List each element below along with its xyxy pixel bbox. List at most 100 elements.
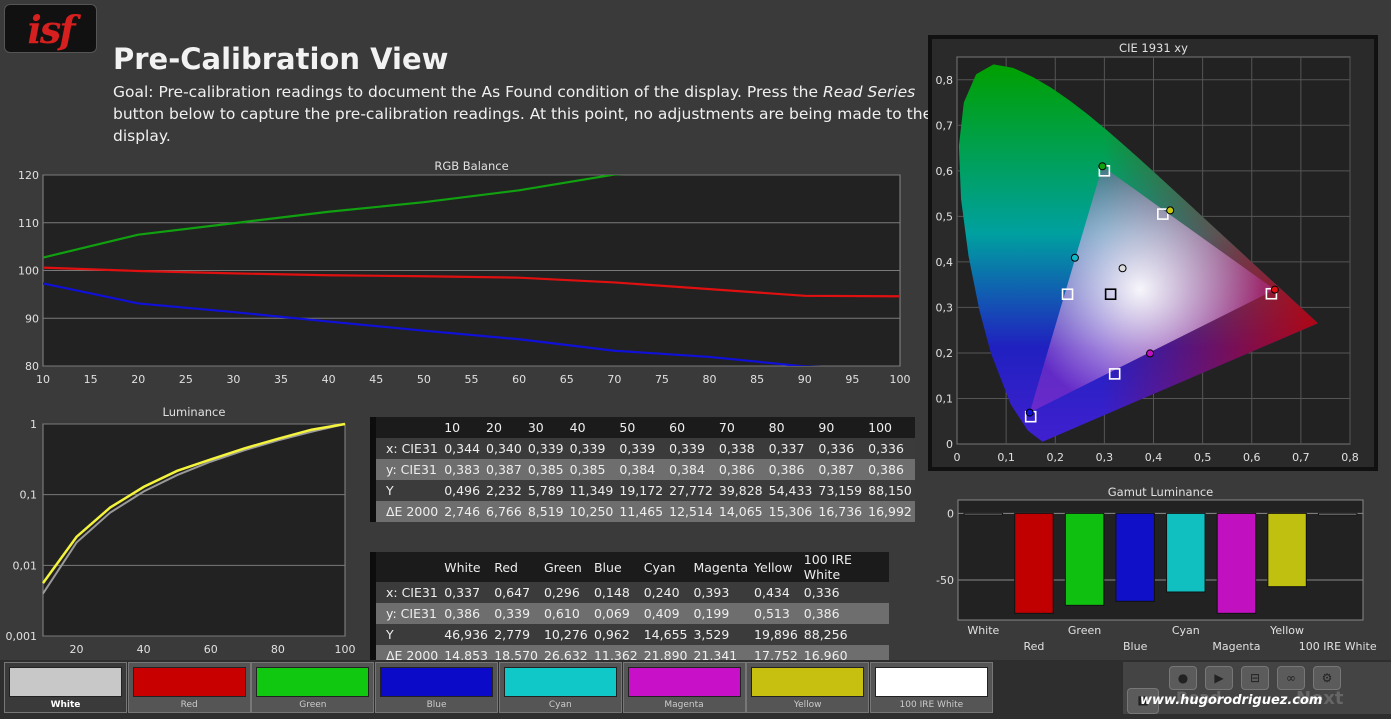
table-cell: 0,387	[483, 459, 525, 480]
rgb-balance-chart: RGB Balance 80 90 100 110 120 10 15 20 25 30 35 40 45…	[18, 159, 911, 386]
series-button[interactable]: ⊟	[1241, 666, 1269, 690]
tick-label: 0,01	[13, 559, 38, 572]
tick-label: 0,1	[997, 451, 1015, 464]
column-header: 40	[566, 417, 617, 438]
table-row: Y 0,496 2,232 5,789 11,349 19,172 27,772 39,828…	[370, 480, 915, 501]
table-cell: 19,896	[751, 624, 801, 645]
table-cell: 0,339	[491, 603, 541, 624]
tick-label: 75	[655, 373, 669, 386]
table-cell: 0,339	[666, 438, 716, 459]
table-cell: 2,779	[491, 624, 541, 645]
luminance-chart: Luminance 0,001 0,01 0,1 1 20 40 60 80 100	[6, 405, 356, 656]
play-button[interactable]: ▶	[1205, 666, 1233, 690]
swatch-label: Yellow	[793, 700, 822, 710]
table-cell: 0,610	[540, 603, 591, 624]
swatch-color	[503, 667, 617, 697]
row-label: Y	[376, 480, 442, 501]
swatch-color	[9, 667, 122, 697]
column-header: 10	[441, 417, 484, 438]
swatch-100-ire-white[interactable]: 100 IRE White	[869, 662, 993, 713]
measured-point	[1098, 162, 1107, 171]
tick-label: 0	[946, 438, 953, 451]
column-header: 100 IRE White	[800, 552, 889, 582]
swatch-white[interactable]: White	[4, 662, 127, 713]
settings-button[interactable]: ⚙	[1313, 666, 1341, 690]
column-header: Yellow	[751, 552, 801, 582]
swatch-yellow[interactable]: Yellow	[746, 662, 870, 713]
tick-label: 110	[18, 217, 39, 230]
chart-title: RGB Balance	[434, 159, 508, 173]
swatch-label: Red	[180, 700, 198, 710]
stop-series-button[interactable]: ●	[1169, 666, 1197, 690]
loop-button[interactable]: ∞	[1277, 666, 1305, 690]
tick-label: 0,5	[936, 210, 954, 223]
category-label: Green	[1068, 624, 1101, 637]
swatch-red[interactable]: Red	[127, 662, 251, 713]
table-header-row: 10 20 30 40 50 60 70 80 90 100	[370, 417, 915, 438]
tick-label: 60	[204, 643, 218, 656]
table-cell: 16,736	[815, 501, 866, 522]
table-cell: 0,339	[524, 438, 567, 459]
table-cell: 0,336	[865, 438, 915, 459]
chart-title: Gamut Luminance	[1108, 485, 1214, 499]
tick-label: 0	[947, 507, 954, 520]
column-header: White	[441, 552, 492, 582]
tick-label: 45	[369, 373, 383, 386]
chart-title: CIE 1931 xy	[1119, 41, 1188, 55]
column-header: 80	[765, 417, 816, 438]
gamut-readings-table: White Red Green Blue Cyan Magenta Yellow…	[370, 552, 889, 666]
table-cell: 0,296	[540, 582, 591, 603]
table-cell: 0,386	[800, 603, 889, 624]
bar-red	[1014, 512, 1054, 614]
table-cell: 88,150	[865, 480, 915, 501]
goal-text: Goal: Pre-calibration readings to docume…	[113, 83, 933, 145]
tick-label: 10	[36, 373, 50, 386]
table-cell: 0,199	[690, 603, 752, 624]
tick-label: 50	[417, 373, 431, 386]
category-label: Cyan	[1172, 624, 1200, 637]
tick-label: 0,6	[936, 165, 954, 178]
swatch-color	[874, 667, 988, 697]
table-cell: 0,409	[640, 603, 691, 624]
category-label: Blue	[1123, 640, 1148, 653]
tick-label: 0,6	[1243, 451, 1261, 464]
table-cell: 73,159	[815, 480, 866, 501]
tick-label: 0,4	[1145, 451, 1163, 464]
table-cell: 39,828	[715, 480, 766, 501]
table-cell: 0,962	[590, 624, 641, 645]
tick-label: 60	[512, 373, 526, 386]
table-cell: 0,240	[640, 582, 691, 603]
tick-label: 90	[798, 373, 812, 386]
table-cell: 0,434	[751, 582, 801, 603]
table-cell: 0,647	[491, 582, 541, 603]
table-cell: 0,385	[566, 459, 617, 480]
swatch-blue[interactable]: Blue	[375, 662, 499, 713]
column-header: Blue	[590, 552, 641, 582]
table-cell: 0,340	[483, 438, 525, 459]
column-header: 50	[616, 417, 667, 438]
swatch-label: White	[50, 700, 81, 710]
tick-label: 40	[137, 643, 151, 656]
tick-label: 0,4	[936, 256, 954, 269]
settings-icon: ⚙	[1321, 671, 1333, 685]
table-cell: 2,232	[483, 480, 525, 501]
swatch-green[interactable]: Green	[251, 662, 375, 713]
table-cell: 0,393	[690, 582, 752, 603]
row-label: y: CIE31	[376, 459, 442, 480]
category-label: Yellow	[1269, 624, 1304, 637]
table-cell: 14,065	[715, 501, 766, 522]
chart-title: Luminance	[163, 405, 226, 419]
table-cell: 0,337	[441, 582, 492, 603]
stop-icon: ●	[1177, 671, 1189, 685]
tick-label: 0,5	[1194, 451, 1212, 464]
swatch-magenta[interactable]: Magenta	[622, 662, 746, 713]
table-cell: 0,339	[566, 438, 617, 459]
table-cell: 0,148	[590, 582, 641, 603]
swatch-cyan[interactable]: Cyan	[498, 662, 622, 713]
tick-label: 0,2	[1047, 451, 1065, 464]
category-label: Red	[1023, 640, 1044, 653]
table-cell: 2,746	[441, 501, 484, 522]
gamut-luminance-chart: Gamut Luminance 0 -50 White Red Green Blue Cyan…	[936, 485, 1377, 653]
table-row: y: CIE31 0,383 0,387 0,385 0,385 0,384 0,384 0,…	[370, 459, 915, 480]
table-cell: 11,349	[566, 480, 617, 501]
